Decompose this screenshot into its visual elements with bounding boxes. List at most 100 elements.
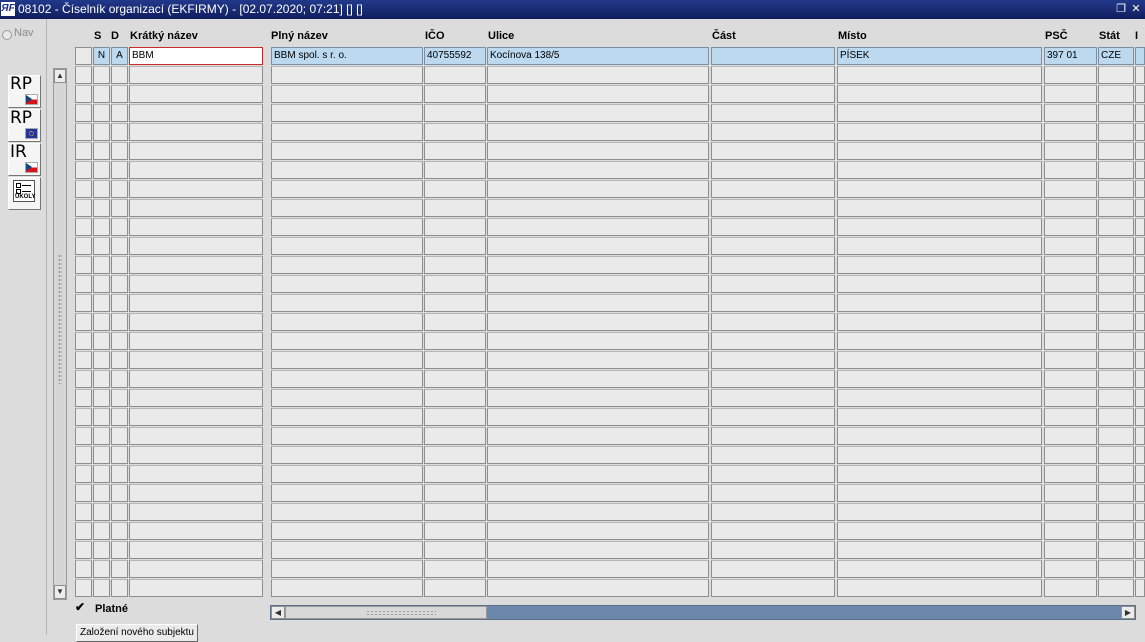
cell-kratky-nazev[interactable] — [129, 313, 263, 331]
row-selector-cell[interactable] — [75, 199, 92, 217]
cell-ico[interactable] — [424, 389, 486, 407]
cell-s[interactable] — [93, 161, 110, 179]
cell-ico[interactable] — [424, 522, 486, 540]
row-selector-cell[interactable] — [75, 465, 92, 483]
cell-s[interactable] — [93, 522, 110, 540]
cell-stat[interactable] — [1098, 275, 1134, 293]
cell-d[interactable] — [111, 427, 128, 445]
cell-cast[interactable] — [711, 199, 835, 217]
cell-stat[interactable] — [1098, 503, 1134, 521]
cell-cast[interactable] — [711, 142, 835, 160]
cell-psc[interactable]: 397 01 — [1044, 47, 1097, 65]
cell-psc[interactable] — [1044, 408, 1097, 426]
cell-stat[interactable] — [1098, 332, 1134, 350]
cell-stat[interactable] — [1098, 465, 1134, 483]
row-selector-cell[interactable] — [1135, 256, 1145, 274]
cell-stat[interactable] — [1098, 237, 1134, 255]
cell-plny-nazev[interactable] — [271, 85, 423, 103]
cell-psc[interactable] — [1044, 142, 1097, 160]
cell-stat[interactable] — [1098, 256, 1134, 274]
cell-ulice[interactable] — [487, 199, 709, 217]
scroll-up-icon[interactable]: ▲ — [54, 69, 66, 83]
cell-plny-nazev[interactable] — [271, 370, 423, 388]
row-selector-cell[interactable] — [1135, 294, 1145, 312]
row-selector-cell[interactable] — [1135, 199, 1145, 217]
cell-ico[interactable] — [424, 256, 486, 274]
cell-stat[interactable] — [1098, 389, 1134, 407]
cell-kratky-nazev[interactable] — [129, 199, 263, 217]
cell-misto[interactable] — [837, 427, 1042, 445]
cell-ico[interactable] — [424, 465, 486, 483]
cell-psc[interactable] — [1044, 237, 1097, 255]
cell-plny-nazev[interactable] — [271, 313, 423, 331]
cell-misto[interactable] — [837, 142, 1042, 160]
cell-ulice[interactable] — [487, 579, 709, 597]
row-selector-cell[interactable] — [75, 180, 92, 198]
cell-misto[interactable] — [837, 465, 1042, 483]
cell-ulice[interactable]: Kocínova 138/5 — [487, 47, 709, 65]
cell-ico[interactable] — [424, 560, 486, 578]
cell-ulice[interactable] — [487, 104, 709, 122]
cell-kratky-nazev[interactable] — [129, 446, 263, 464]
cell-misto[interactable]: PÍSEK — [837, 47, 1042, 65]
row-selector-cell[interactable] — [75, 237, 92, 255]
cell-s[interactable] — [93, 180, 110, 198]
row-selector-cell[interactable] — [75, 161, 92, 179]
cell-psc[interactable] — [1044, 370, 1097, 388]
cell-s[interactable] — [93, 560, 110, 578]
cell-psc[interactable] — [1044, 503, 1097, 521]
row-selector-cell[interactable] — [75, 47, 92, 65]
cell-kratky-nazev[interactable] — [129, 332, 263, 350]
cell-ulice[interactable] — [487, 522, 709, 540]
cell-ico[interactable] — [424, 237, 486, 255]
cell-ico[interactable] — [424, 142, 486, 160]
row-selector-cell[interactable] — [1135, 427, 1145, 445]
cell-ulice[interactable] — [487, 123, 709, 141]
cell-ulice[interactable] — [487, 256, 709, 274]
cell-kratky-nazev[interactable] — [129, 503, 263, 521]
row-selector-cell[interactable] — [75, 123, 92, 141]
cell-misto[interactable] — [837, 408, 1042, 426]
cell-s[interactable] — [93, 446, 110, 464]
row-selector-cell[interactable] — [75, 579, 92, 597]
cell-d[interactable] — [111, 408, 128, 426]
rp-cz-button[interactable]: RP — [8, 74, 41, 108]
cell-d[interactable] — [111, 503, 128, 521]
cell-plny-nazev[interactable] — [271, 522, 423, 540]
cell-plny-nazev[interactable] — [271, 142, 423, 160]
cell-kratky-nazev[interactable] — [129, 237, 263, 255]
cell-psc[interactable] — [1044, 180, 1097, 198]
cell-cast[interactable] — [711, 123, 835, 141]
cell-cast[interactable] — [711, 370, 835, 388]
row-selector-cell[interactable] — [1135, 351, 1145, 369]
cell-misto[interactable] — [837, 180, 1042, 198]
cell-d[interactable] — [111, 484, 128, 502]
cell-stat[interactable] — [1098, 142, 1134, 160]
cell-d[interactable] — [111, 199, 128, 217]
cell-cast[interactable] — [711, 465, 835, 483]
cell-plny-nazev[interactable] — [271, 199, 423, 217]
cell-kratky-nazev[interactable] — [129, 104, 263, 122]
row-selector-cell[interactable] — [1135, 446, 1145, 464]
cell-s[interactable] — [93, 332, 110, 350]
cell-psc[interactable] — [1044, 199, 1097, 217]
scroll-left-icon[interactable]: ◀ — [271, 606, 285, 619]
row-selector-cell[interactable] — [75, 142, 92, 160]
cell-d[interactable] — [111, 237, 128, 255]
cell-psc[interactable] — [1044, 560, 1097, 578]
cell-d[interactable] — [111, 180, 128, 198]
cell-misto[interactable] — [837, 522, 1042, 540]
cell-kratky-nazev[interactable] — [129, 465, 263, 483]
restore-icon[interactable]: ❐ — [1114, 1, 1128, 17]
cell-kratky-nazev[interactable] — [129, 218, 263, 236]
row-selector-cell[interactable] — [1135, 332, 1145, 350]
cell-stat[interactable] — [1098, 408, 1134, 426]
row-selector-cell[interactable] — [75, 484, 92, 502]
cell-ico[interactable] — [424, 275, 486, 293]
cell-psc[interactable] — [1044, 161, 1097, 179]
cell-misto[interactable] — [837, 351, 1042, 369]
cell-ico[interactable] — [424, 370, 486, 388]
cell-cast[interactable] — [711, 275, 835, 293]
cell-s[interactable] — [93, 389, 110, 407]
row-selector-cell[interactable] — [1135, 237, 1145, 255]
